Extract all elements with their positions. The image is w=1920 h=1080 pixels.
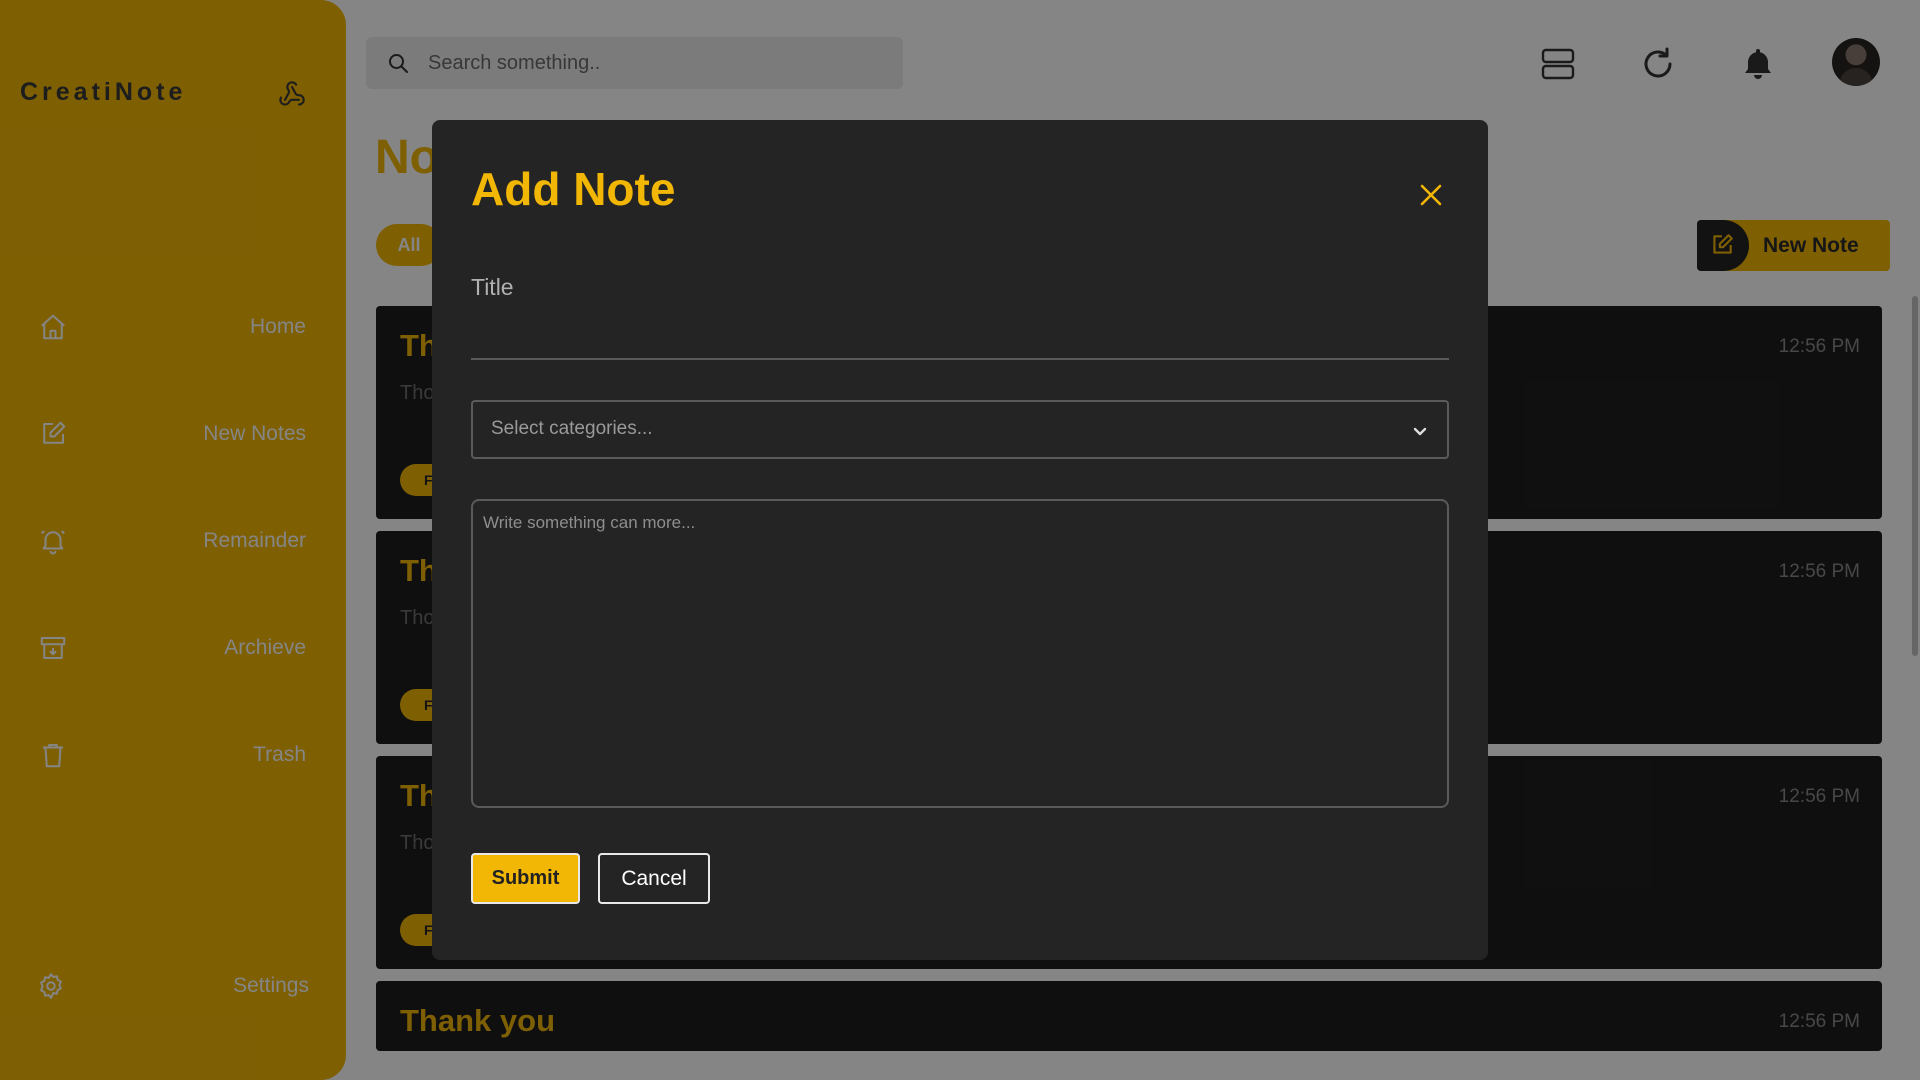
cancel-button[interactable]: Cancel xyxy=(598,853,710,904)
title-field-label: Title xyxy=(471,274,514,300)
title-input[interactable] xyxy=(471,312,1449,360)
close-icon[interactable] xyxy=(1416,180,1446,210)
submit-button[interactable]: Submit xyxy=(471,853,580,904)
chevron-down-icon xyxy=(1413,427,1427,436)
category-select-placeholder: Select categories... xyxy=(491,418,653,439)
add-note-modal: Add Note Title Select categories... Subm… xyxy=(432,120,1488,960)
modal-title: Add Note xyxy=(471,163,676,215)
content-textarea[interactable] xyxy=(471,499,1449,808)
category-select[interactable]: Select categories... xyxy=(471,400,1449,459)
